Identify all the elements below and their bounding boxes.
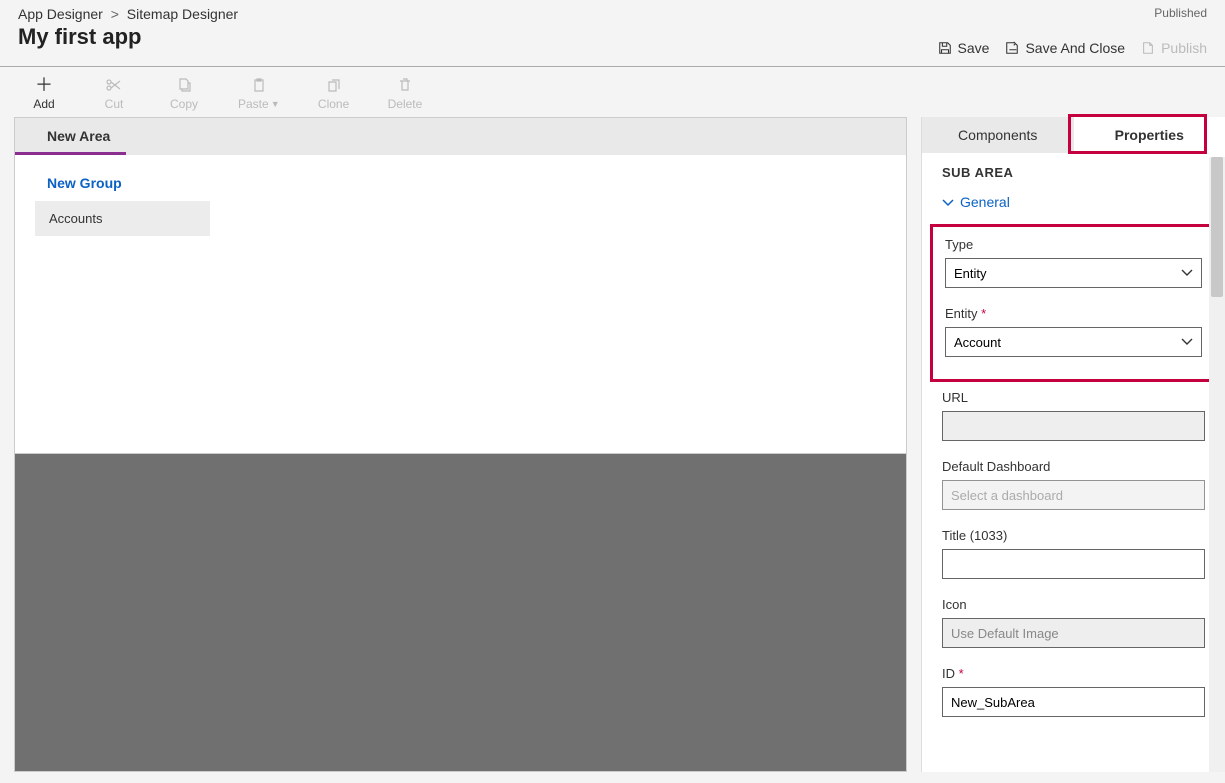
clone-button: Clone (318, 77, 350, 111)
entity-select[interactable]: Account (945, 327, 1202, 357)
status-label: Published (938, 6, 1207, 20)
page-title: My first app (18, 24, 238, 50)
breadcrumb-sep: > (111, 6, 119, 22)
accordion-label: General (960, 194, 1010, 210)
add-button[interactable]: ＋ Add (28, 77, 60, 111)
field-dashboard: Default Dashboard Select a dashboard (942, 459, 1205, 510)
canvas-column: New Area New Group Accounts (0, 117, 921, 772)
group-title[interactable]: New Group (35, 171, 886, 201)
trash-icon (397, 77, 413, 93)
accordion-general[interactable]: General (942, 194, 1205, 210)
header: App Designer > Sitemap Designer My first… (0, 0, 1225, 67)
copy-icon (176, 77, 192, 93)
action-buttons: Save Save And Close Publish (938, 40, 1207, 56)
plus-icon: ＋ (35, 77, 53, 93)
icon-label: Icon (942, 597, 1205, 612)
subarea-item[interactable]: Accounts (35, 201, 210, 236)
save-close-label: Save And Close (1025, 40, 1125, 56)
dashboard-select: Select a dashboard (942, 480, 1205, 510)
breadcrumb: App Designer > Sitemap Designer (18, 6, 238, 22)
highlight-type-entity: Type Entity Entity * Account (930, 224, 1217, 382)
copy-button: Copy (168, 77, 200, 111)
publish-icon (1141, 41, 1155, 55)
tab-components[interactable]: Components (922, 117, 1074, 153)
copy-label: Copy (170, 97, 198, 111)
title-input[interactable] (942, 549, 1205, 579)
panel-body: SUB AREA General Type Entity Entity * Ac… (922, 153, 1225, 772)
type-label: Type (945, 237, 1202, 252)
clone-icon (326, 77, 342, 93)
field-entity: Entity * Account (945, 306, 1202, 357)
entity-label: Entity * (945, 306, 1202, 321)
id-label: ID * (942, 666, 1205, 681)
field-url: URL (942, 390, 1205, 441)
title-label: Title (1033) (942, 528, 1205, 543)
save-icon (938, 41, 952, 55)
icon-select[interactable]: Use Default Image (942, 618, 1205, 648)
header-left: App Designer > Sitemap Designer My first… (18, 6, 238, 50)
chevron-down-icon (942, 197, 954, 207)
area-header: New Area (15, 118, 906, 155)
url-input (942, 411, 1205, 441)
paste-icon (251, 77, 267, 93)
field-id: ID * (942, 666, 1205, 717)
save-label: Save (958, 40, 990, 56)
header-right: Published Save Save And Close Publish (938, 6, 1207, 56)
scissors-icon (106, 77, 122, 93)
area-tab[interactable]: New Area (15, 118, 126, 155)
header-row: App Designer > Sitemap Designer My first… (18, 6, 1207, 56)
save-button[interactable]: Save (938, 40, 990, 56)
cut-label: Cut (105, 97, 124, 111)
delete-button: Delete (388, 77, 423, 111)
clone-label: Clone (318, 97, 349, 111)
id-input[interactable] (942, 687, 1205, 717)
panel-tabs: Components Properties (922, 117, 1225, 153)
type-select[interactable]: Entity (945, 258, 1202, 288)
main: New Area New Group Accounts Components P… (0, 117, 1225, 772)
scrollbar-thumb[interactable] (1211, 157, 1223, 297)
paste-button: Paste▼ (238, 77, 280, 111)
url-label: URL (942, 390, 1205, 405)
paste-label: Paste▼ (238, 97, 280, 111)
section-label: SUB AREA (942, 165, 1205, 180)
breadcrumb-app-designer[interactable]: App Designer (18, 6, 103, 22)
dashboard-label: Default Dashboard (942, 459, 1205, 474)
breadcrumb-sitemap-designer[interactable]: Sitemap Designer (127, 6, 238, 22)
scrollbar[interactable] (1209, 157, 1225, 772)
delete-label: Delete (388, 97, 423, 111)
field-type: Type Entity (945, 237, 1202, 288)
add-label: Add (33, 97, 54, 111)
group-body: New Group Accounts (15, 155, 906, 252)
tab-properties[interactable]: Properties (1074, 117, 1225, 153)
toolbar: ＋ Add Cut Copy Paste▼ Clone Delete (0, 67, 1225, 117)
canvas-empty-area (14, 454, 907, 772)
properties-panel: Components Properties SUB AREA General T… (921, 117, 1225, 772)
publish-button: Publish (1141, 40, 1207, 56)
cut-button: Cut (98, 77, 130, 111)
save-close-button[interactable]: Save And Close (1005, 40, 1125, 56)
sitemap-canvas[interactable]: New Area New Group Accounts (14, 117, 907, 454)
save-close-icon (1005, 41, 1019, 55)
field-title: Title (1033) (942, 528, 1205, 579)
field-icon: Icon Use Default Image (942, 597, 1205, 648)
publish-label: Publish (1161, 40, 1207, 56)
